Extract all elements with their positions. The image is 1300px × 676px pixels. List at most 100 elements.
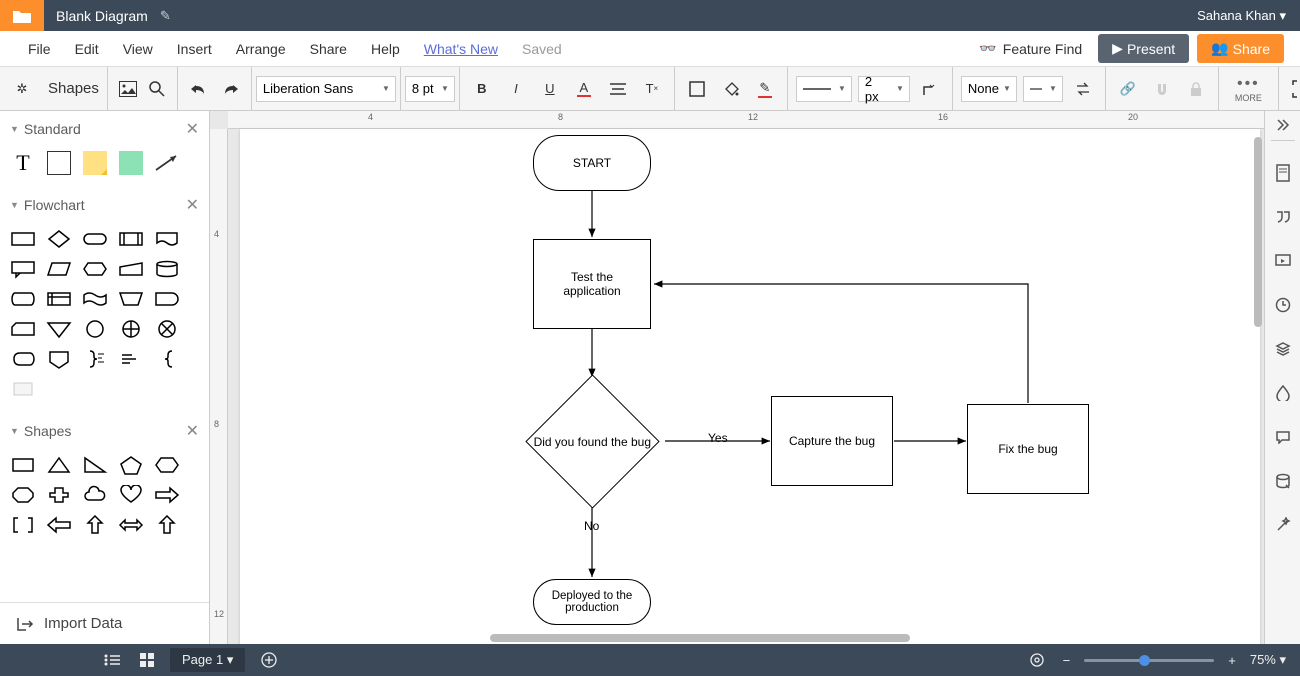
font-size-select[interactable]: 8 pt xyxy=(405,76,455,102)
rect-shape[interactable] xyxy=(44,151,74,175)
fill-button[interactable] xyxy=(683,75,711,103)
group-header-flowchart[interactable]: ▼ Flowchart ✕ xyxy=(0,187,209,223)
text-shape[interactable]: T xyxy=(8,151,38,175)
shape-double-arrow[interactable] xyxy=(116,513,146,537)
font-family-select[interactable]: Liberation Sans xyxy=(256,76,396,102)
menu-insert[interactable]: Insert xyxy=(165,41,224,57)
zoom-level[interactable]: 75% ▾ xyxy=(1250,652,1286,668)
undo-button[interactable] xyxy=(186,75,212,103)
fc-swatch[interactable] xyxy=(8,377,38,401)
dock-present-button[interactable] xyxy=(1271,249,1295,273)
fullscreen-button[interactable] xyxy=(1287,75,1300,103)
shape-bg-button[interactable] xyxy=(717,75,745,103)
magnet-button[interactable] xyxy=(1148,75,1176,103)
fc-brace-open[interactable] xyxy=(152,347,182,371)
grid-view-button[interactable] xyxy=(136,653,158,667)
dock-layers-button[interactable] xyxy=(1271,337,1295,361)
gear-icon[interactable]: ✲ xyxy=(8,75,36,103)
fc-data[interactable] xyxy=(44,257,74,281)
shape-bracket[interactable] xyxy=(8,513,38,537)
node-test[interactable]: Test the application xyxy=(533,239,651,329)
close-icon[interactable]: ✕ xyxy=(186,195,199,215)
insert-image-button[interactable] xyxy=(116,75,140,103)
menu-help[interactable]: Help xyxy=(359,41,412,57)
node-decision[interactable]: Did you found the bug xyxy=(525,374,659,508)
add-page-button[interactable] xyxy=(257,652,281,668)
fc-merge[interactable] xyxy=(44,317,74,341)
shape-left-arrow[interactable] xyxy=(44,513,74,537)
underline-button[interactable]: U xyxy=(536,75,564,103)
node-deploy[interactable]: Deployed to the production xyxy=(533,579,651,625)
line-style-select[interactable] xyxy=(796,76,852,102)
dock-comments-button[interactable] xyxy=(1271,205,1295,229)
close-icon[interactable]: ✕ xyxy=(186,421,199,441)
menu-edit[interactable]: Edit xyxy=(63,41,111,57)
canvas-page[interactable]: START Test the application Did you found… xyxy=(240,129,1260,644)
shape-triangle[interactable] xyxy=(44,453,74,477)
logo-button[interactable] xyxy=(0,0,44,31)
dock-fill-button[interactable] xyxy=(1271,381,1295,405)
menu-arrange[interactable]: Arrange xyxy=(224,41,298,57)
menu-share[interactable]: Share xyxy=(298,41,359,57)
fc-predef[interactable] xyxy=(116,227,146,251)
dock-magic-button[interactable] xyxy=(1271,513,1295,537)
list-view-button[interactable] xyxy=(100,653,124,667)
menu-view[interactable]: View xyxy=(111,41,165,57)
shape-rect[interactable] xyxy=(8,453,38,477)
fc-manual-input[interactable] xyxy=(116,257,146,281)
search-shapes-button[interactable] xyxy=(145,75,169,103)
swap-ends-button[interactable] xyxy=(1069,75,1097,103)
zoom-out-button[interactable]: − xyxy=(1059,653,1075,668)
shape-up-arrow[interactable] xyxy=(80,513,110,537)
shape-right-arrow[interactable] xyxy=(152,483,182,507)
node-start[interactable]: START xyxy=(533,135,651,191)
fc-document[interactable] xyxy=(152,227,182,251)
fc-hexagon[interactable] xyxy=(80,257,110,281)
arrow-start-select[interactable]: None xyxy=(961,76,1017,102)
zoom-slider[interactable] xyxy=(1084,659,1214,662)
page-tab[interactable]: Page 1 ▾ xyxy=(170,648,245,672)
fc-decision[interactable] xyxy=(44,227,74,251)
shape-up-arrow2[interactable] xyxy=(152,513,182,537)
pencil-icon[interactable]: ✎ xyxy=(160,8,171,24)
document-title[interactable]: Blank Diagram xyxy=(44,8,160,24)
canvas-h-scrollbar[interactable] xyxy=(490,634,910,642)
fc-tape[interactable] xyxy=(80,287,110,311)
redo-button[interactable] xyxy=(217,75,243,103)
target-button[interactable] xyxy=(1025,652,1049,668)
fc-process[interactable] xyxy=(8,227,38,251)
text-color-button[interactable]: A xyxy=(570,75,598,103)
shape-cross[interactable] xyxy=(44,483,74,507)
close-icon[interactable]: ✕ xyxy=(186,119,199,139)
align-button[interactable] xyxy=(604,75,632,103)
dock-data-button[interactable] xyxy=(1271,469,1295,493)
canvas-v-scrollbar[interactable] xyxy=(1254,137,1262,327)
arrow-end-select[interactable] xyxy=(1023,76,1063,102)
block-shape[interactable] xyxy=(116,151,146,175)
dock-page-button[interactable] xyxy=(1271,161,1295,185)
collapse-dock-button[interactable] xyxy=(1271,117,1295,141)
node-fix[interactable]: Fix the bug xyxy=(967,404,1089,494)
italic-button[interactable]: I xyxy=(502,75,530,103)
stroke-width-select[interactable]: 2 px xyxy=(858,76,910,102)
zoom-thumb[interactable] xyxy=(1139,655,1150,666)
clear-format-button[interactable]: T× xyxy=(638,75,666,103)
group-header-shapes[interactable]: ▼ Shapes ✕ xyxy=(0,413,209,449)
corner-style-button[interactable] xyxy=(916,75,944,103)
shape-pentagon[interactable] xyxy=(116,453,146,477)
shape-hexagon[interactable] xyxy=(152,453,182,477)
dock-history-button[interactable] xyxy=(1271,293,1295,317)
dock-chat-button[interactable] xyxy=(1271,425,1295,449)
share-button[interactable]: 👥 Share xyxy=(1197,34,1284,63)
link-button[interactable]: 🔗 xyxy=(1114,75,1142,103)
fc-note[interactable] xyxy=(116,347,146,371)
shape-cloud[interactable] xyxy=(80,483,110,507)
shape-right-triangle[interactable] xyxy=(80,453,110,477)
menu-file[interactable]: File xyxy=(16,41,63,57)
node-capture[interactable]: Capture the bug xyxy=(771,396,893,486)
more-button[interactable]: ••• MORE xyxy=(1227,75,1270,103)
fc-delay[interactable] xyxy=(152,287,182,311)
lock-button[interactable] xyxy=(1182,75,1210,103)
fc-terminator[interactable] xyxy=(80,227,110,251)
fc-connector[interactable] xyxy=(80,317,110,341)
